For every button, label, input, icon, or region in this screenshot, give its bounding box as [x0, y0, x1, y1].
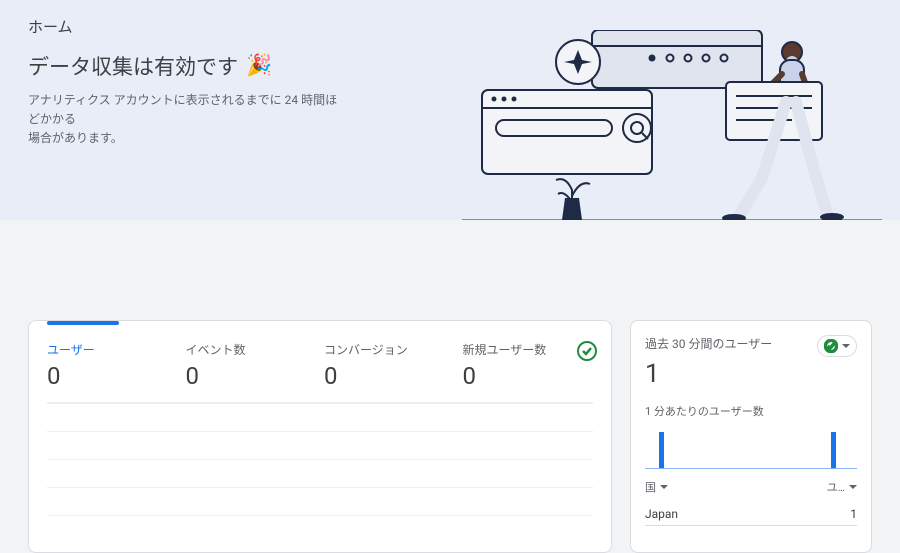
users-filter[interactable]: ユ… [827, 479, 857, 495]
filter-label: 国 [645, 479, 656, 495]
table-row[interactable]: Japan 1 [645, 503, 857, 526]
metric-users[interactable]: ユーザー 0 [47, 341, 178, 390]
metric-events[interactable]: イベント数 0 [186, 341, 317, 390]
status-check-icon[interactable] [577, 341, 597, 361]
value-cell: 1 [850, 507, 857, 521]
country-filter[interactable]: 国 [645, 479, 668, 495]
per-minute-chart [645, 425, 857, 469]
metric-new-users[interactable]: 新規ユーザー数 0 [463, 341, 594, 390]
metric-value: 0 [47, 362, 178, 390]
hero-headline-text: データ収集は有効です [28, 51, 238, 81]
confetti-icon: 🎉 [246, 54, 272, 78]
trend-chart [47, 402, 593, 552]
metric-label: 新規ユーザー数 [463, 341, 594, 358]
realtime-status-chip[interactable] [817, 335, 857, 357]
chevron-down-icon [849, 485, 857, 489]
metric-label: ユーザー [47, 341, 178, 358]
hero-illustration [462, 30, 882, 220]
metric-value: 0 [463, 362, 594, 390]
metric-value: 0 [186, 362, 317, 390]
metrics-row: ユーザー 0 イベント数 0 コンバージョン 0 新規ユーザー数 0 [29, 335, 611, 394]
chart-bar [659, 432, 664, 468]
hero-banner: ホーム データ収集は有効です 🎉 アナリティクス アカウントに表示されるまでに … [0, 0, 900, 220]
metric-label: コンバージョン [324, 341, 455, 358]
active-tab-indicator [47, 321, 119, 325]
filter-label: ユ… [827, 479, 845, 495]
realtime-title: 過去 30 分間のユーザー [645, 335, 772, 352]
realtime-value: 1 [631, 359, 871, 397]
country-cell: Japan [645, 507, 678, 521]
metrics-card: ユーザー 0 イベント数 0 コンバージョン 0 新規ユーザー数 0 [28, 320, 612, 553]
chevron-down-icon [660, 485, 668, 489]
metric-value: 0 [324, 362, 455, 390]
hero-desc-line2: 場合があります。 [28, 131, 123, 145]
hero-description: アナリティクス アカウントに表示されるまでに 24 時間ほどかかる 場合がありま… [28, 91, 348, 149]
metric-label: イベント数 [186, 341, 317, 358]
dashboard-cards: ユーザー 0 イベント数 0 コンバージョン 0 新規ユーザー数 0 [0, 220, 900, 553]
realtime-sub-label: 1 分あたりのユーザー数 [631, 397, 871, 423]
metric-conversions[interactable]: コンバージョン 0 [324, 341, 455, 390]
hero-desc-line1: アナリティクス アカウントに表示されるまでに 24 時間ほどかかる [28, 93, 337, 126]
realtime-filter-row: 国 ユ… [631, 473, 871, 501]
chevron-down-icon [842, 344, 850, 348]
realtime-card: 過去 30 分間のユーザー 1 1 分あたりのユーザー数 国 ユ… Japan … [630, 320, 872, 553]
chart-bar [831, 432, 836, 468]
